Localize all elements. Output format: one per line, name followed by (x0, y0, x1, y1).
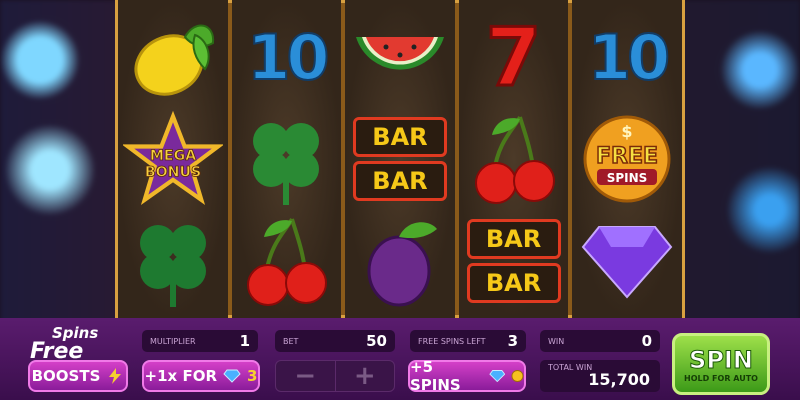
plus-5-spins-label: +5 SPINS (410, 358, 461, 394)
boosts-button[interactable]: BOOSTS (28, 360, 128, 392)
ten-symbol: 10 (236, 9, 336, 105)
win-display: WIN 0 (540, 330, 660, 352)
clover-icon (139, 225, 206, 307)
lemon-symbol (123, 9, 223, 105)
free-label: FREE (596, 144, 658, 169)
cherries-icon (247, 218, 328, 306)
star-icon: MEGA BONUS (122, 110, 223, 206)
total-win-display: TOTAL WIN 15,700 (540, 360, 660, 392)
bonus-label: BONUS (145, 165, 201, 181)
seven-symbol: 7 (464, 9, 564, 105)
win-value: 0 (641, 332, 652, 350)
ten-symbol: 10 (577, 9, 677, 105)
coin-icon: $ FREE SPINS (583, 115, 671, 203)
plus-multiplier-button[interactable]: +1x FOR 3 (142, 360, 260, 392)
bet-stepper: − + (275, 360, 395, 392)
mega-bonus-symbol: MEGA BONUS (122, 110, 223, 207)
bet-display: BET 50 (275, 330, 395, 352)
cherries-icon (474, 116, 555, 204)
spins-label: SPINS (607, 171, 648, 185)
bar-label: BAR (352, 161, 447, 201)
plus-multiplier-cost: 3 (247, 367, 258, 385)
free-spins-left-value: 3 (507, 332, 518, 350)
free-spins-left-label: FREE SPINS LEFT (418, 336, 486, 346)
diamond-icon (581, 226, 673, 299)
bet-value: 50 (366, 332, 387, 350)
multiplier-label: MULTIPLIER (150, 336, 196, 346)
boosts-label: BOOSTS (31, 367, 101, 385)
diamond-symbol (577, 213, 677, 309)
reel-5: 10 $ FREE SPINS (572, 0, 682, 318)
clover-symbol (236, 111, 336, 207)
multiplier-display: MULTIPLIER 1 (142, 330, 258, 352)
seven-label: 7 (484, 9, 543, 105)
bet-decrease-button[interactable]: − (276, 361, 335, 391)
clover-symbol (123, 213, 223, 309)
gem-icon (488, 370, 505, 383)
bar-label: BAR (466, 263, 561, 303)
ten-label: 10 (246, 20, 330, 95)
plus-multiplier-label: +1x FOR (144, 367, 217, 385)
watermelon-symbol (350, 9, 450, 105)
bar-bar-symbol: BAR BAR (350, 111, 450, 207)
free-spins-symbol: $ FREE SPINS (577, 111, 677, 207)
slot-reels: MEGA BONUS 10 BAR BAR 7 BAR BAR 10 $ FRE… (115, 0, 685, 318)
spin-button[interactable]: SPIN HOLD FOR AUTO (672, 333, 770, 395)
mega-label: MEGA (150, 148, 196, 164)
reel-1: MEGA BONUS (118, 0, 228, 318)
spin-label: SPIN (689, 345, 754, 374)
bar-label: BAR (466, 219, 561, 259)
free-spins-left-display: FREE SPINS LEFT 3 (410, 330, 526, 352)
bar-label: BAR (352, 117, 447, 157)
gem-icon (223, 369, 241, 383)
ten-label: 10 (587, 20, 671, 95)
lemon-icon (134, 24, 214, 96)
cherries-symbol (236, 213, 336, 309)
spin-sub-label: HOLD FOR AUTO (684, 373, 758, 383)
reel-3: BAR BAR (345, 0, 455, 318)
plus-5-spins-button[interactable]: +5 SPINS (408, 358, 526, 394)
total-win-value: 15,700 (588, 370, 650, 389)
plum-icon (367, 222, 437, 307)
watermelon-icon (355, 37, 444, 70)
cherries-symbol (464, 111, 564, 207)
bet-increase-button[interactable]: + (334, 361, 395, 391)
reel-4: 7 BAR BAR (458, 0, 569, 318)
dollar-label: $ (622, 122, 633, 141)
win-label: WIN (548, 336, 565, 346)
coin-icon (511, 370, 524, 382)
clover-icon (253, 123, 320, 205)
bet-label: BET (283, 336, 299, 346)
multiplier-value: 1 (239, 332, 250, 350)
free-spins-logo: Spins Free (30, 326, 98, 363)
total-win-label: TOTAL WIN (548, 363, 593, 372)
lightning-icon (109, 368, 122, 384)
reel-2: 10 (231, 0, 342, 318)
bar-bar-symbol: BAR BAR (464, 213, 564, 309)
plum-symbol (350, 213, 450, 309)
